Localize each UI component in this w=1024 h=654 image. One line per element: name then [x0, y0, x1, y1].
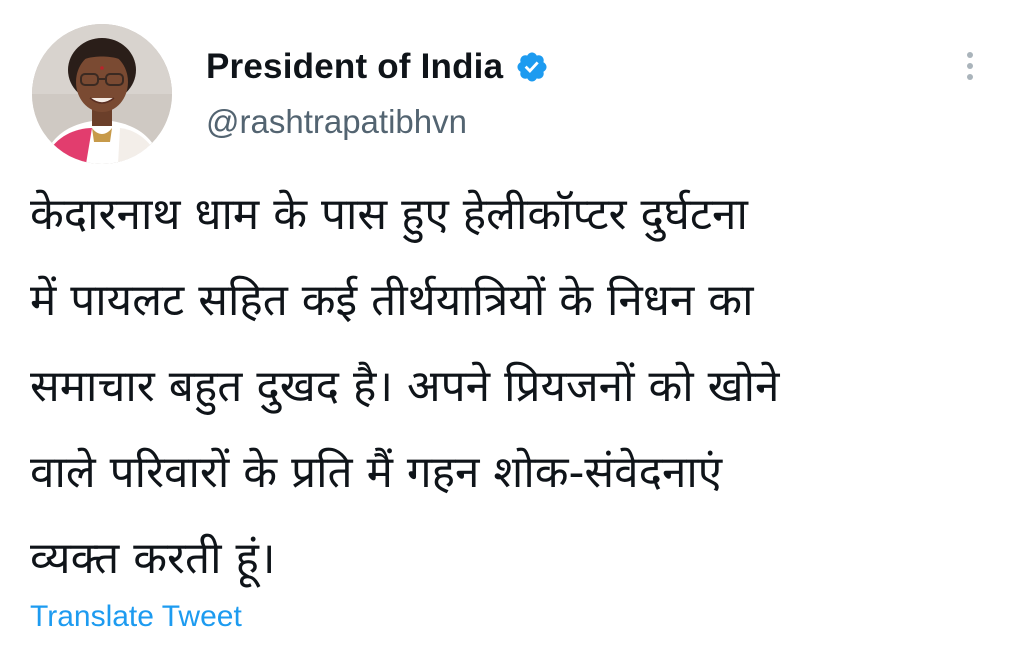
more-options-button[interactable] — [955, 44, 985, 88]
verified-badge-icon — [515, 50, 549, 84]
tweet-text-line: व्यक्त करती हूं। — [30, 533, 276, 584]
avatar[interactable] — [32, 24, 172, 164]
tweet-card: President of India @rashtrapatibhvn केदा… — [0, 0, 1024, 654]
tweet-text: केदारनाथ धाम के पास हुए हेलीकॉप्टर दुर्घ… — [30, 172, 1002, 602]
tweet-text-line: केदारनाथ धाम के पास हुए हेलीकॉप्टर दुर्घ… — [30, 189, 748, 240]
more-vertical-icon-dot — [967, 63, 973, 69]
tweet-text-line: में पायलट सहित कई तीर्थयात्रियों के निधन… — [30, 275, 754, 326]
translate-tweet-link[interactable]: Translate Tweet — [30, 600, 242, 634]
tweet-text-line: वाले परिवारों के प्रति मैं गहन शोक-संवेद… — [30, 447, 723, 498]
author-handle[interactable]: @rashtrapatibhvn — [206, 103, 467, 141]
author-display-name[interactable]: President of India — [206, 47, 503, 87]
author-name-row[interactable]: President of India — [206, 44, 549, 90]
more-vertical-icon — [967, 52, 973, 58]
more-vertical-icon-dot — [967, 74, 973, 80]
tweet-text-line: समाचार बहुत दुखद है। अपने प्रियजनों को ख… — [30, 361, 780, 412]
profile-photo-icon — [32, 24, 172, 164]
